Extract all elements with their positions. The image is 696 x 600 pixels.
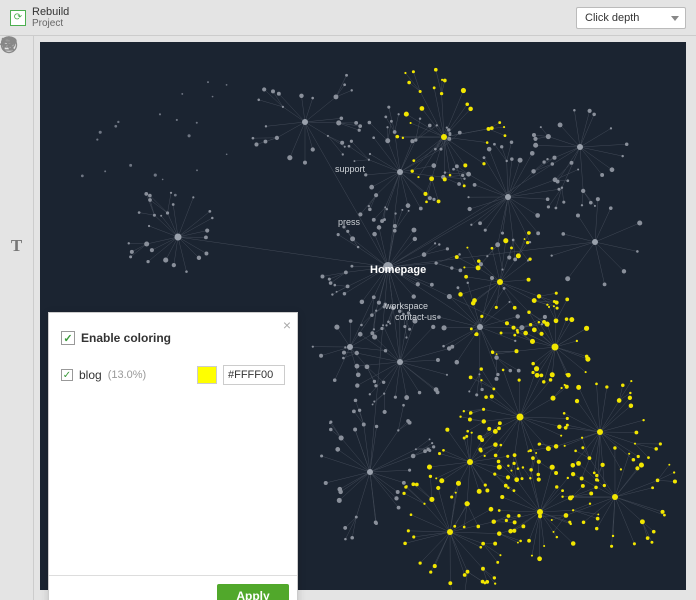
rebuild-button[interactable]: ⟳ Rebuild Project (10, 6, 69, 29)
rebuild-sublabel: Project (32, 18, 69, 29)
topbar: ⟳ Rebuild Project Click depth (0, 0, 696, 36)
canvas-wrap: Homepagesupportpressworkspacecontact-us … (34, 36, 696, 600)
sidebar: T (0, 36, 34, 600)
arrow-left-tool[interactable] (7, 108, 27, 128)
apply-button[interactable]: Apply (217, 584, 289, 600)
undo-tool[interactable] (7, 172, 27, 192)
row-hex-input[interactable]: #FFFF00 (223, 365, 285, 385)
enable-coloring-label: Enable coloring (81, 331, 171, 345)
rebuild-label: Rebuild (32, 6, 69, 18)
coloring-panel: × ✓ Enable coloring ✓ blog (13.0%) #FFFF… (48, 312, 298, 600)
panel-close-button[interactable]: × (283, 317, 291, 333)
body: T Homepagesupportpressworkspacecontact-u… (0, 36, 696, 600)
row-pct: (13.0%) (108, 369, 147, 381)
rebuild-text: Rebuild Project (32, 6, 69, 29)
click-depth-label: Click depth (585, 12, 639, 24)
click-depth-dropdown[interactable]: Click depth (576, 7, 686, 29)
color-row: ✓ blog (13.0%) #FFFF00 (61, 363, 285, 387)
row-label: blog (79, 368, 102, 382)
panel-footer: Apply (49, 575, 297, 600)
arrow-right-tool[interactable] (7, 140, 27, 160)
panel-header: ✓ Enable coloring (49, 313, 297, 357)
enable-coloring-checkbox[interactable]: ✓ (61, 331, 75, 345)
search-tool[interactable] (7, 204, 27, 224)
row-checkbox[interactable]: ✓ (61, 369, 73, 381)
lasso-tool[interactable] (7, 268, 27, 288)
rebuild-icon: ⟳ (10, 10, 26, 26)
row-swatch[interactable] (197, 366, 217, 384)
app-root: ⟳ Rebuild Project Click depth T Homepage… (0, 0, 696, 600)
text-tool[interactable]: T (7, 236, 27, 256)
trash-tool[interactable] (7, 76, 27, 96)
